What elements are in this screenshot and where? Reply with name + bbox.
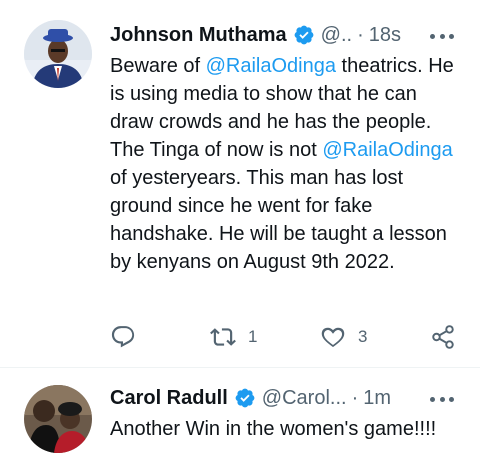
- avatar[interactable]: [24, 20, 92, 88]
- separator-dot: ·: [351, 386, 359, 409]
- text-segment: of yesteryears. This man has lost ground…: [110, 167, 447, 273]
- verified-badge-icon: [234, 387, 256, 409]
- timestamp[interactable]: 18s: [369, 24, 401, 47]
- retweet-icon: [210, 328, 236, 346]
- timestamp[interactable]: 1m: [363, 387, 391, 410]
- author-name[interactable]: Carol Radull: [110, 387, 228, 410]
- reply-icon: [111, 326, 135, 348]
- share-icon: [432, 325, 454, 349]
- tweet-header: Carol Radull @Carol... · 1m: [110, 383, 391, 413]
- text-segment: Beware of: [110, 55, 206, 77]
- avatar[interactable]: [24, 385, 92, 453]
- tweet-divider: [0, 367, 480, 368]
- more-icon[interactable]: [430, 26, 454, 46]
- mention-link[interactable]: @RailaOdinga: [206, 55, 336, 77]
- tweet-text: Another Win in the women's game!!!!: [110, 418, 437, 440]
- like-icon: [321, 327, 345, 348]
- verified-badge-icon: [293, 24, 315, 46]
- author-name[interactable]: Johnson Muthama: [110, 24, 287, 47]
- tweet-header: Johnson Muthama @.. · 18s: [110, 20, 401, 50]
- mention-link[interactable]: @RailaOdinga: [322, 139, 452, 161]
- separator-dot: ·: [357, 23, 364, 46]
- share-button[interactable]: [430, 322, 456, 352]
- like-button[interactable]: 3: [320, 322, 367, 352]
- author-handle[interactable]: @Carol...: [262, 387, 347, 410]
- author-handle[interactable]: @..: [321, 24, 352, 47]
- retweet-count: 1: [248, 327, 258, 346]
- reply-button[interactable]: [110, 322, 136, 352]
- tweet-actions: 1 3: [110, 322, 460, 352]
- like-count: 3: [358, 327, 368, 346]
- retweet-button[interactable]: 1: [210, 322, 257, 352]
- tweet-text: Beware of @RailaOdinga theatrics. He is …: [110, 52, 460, 276]
- tweet[interactable]: Johnson Muthama @.. · 18s Beware of @Rai…: [0, 0, 480, 368]
- more-icon[interactable]: [430, 389, 454, 409]
- tweet[interactable]: Carol Radull @Carol... · 1m Another Win …: [0, 369, 480, 455]
